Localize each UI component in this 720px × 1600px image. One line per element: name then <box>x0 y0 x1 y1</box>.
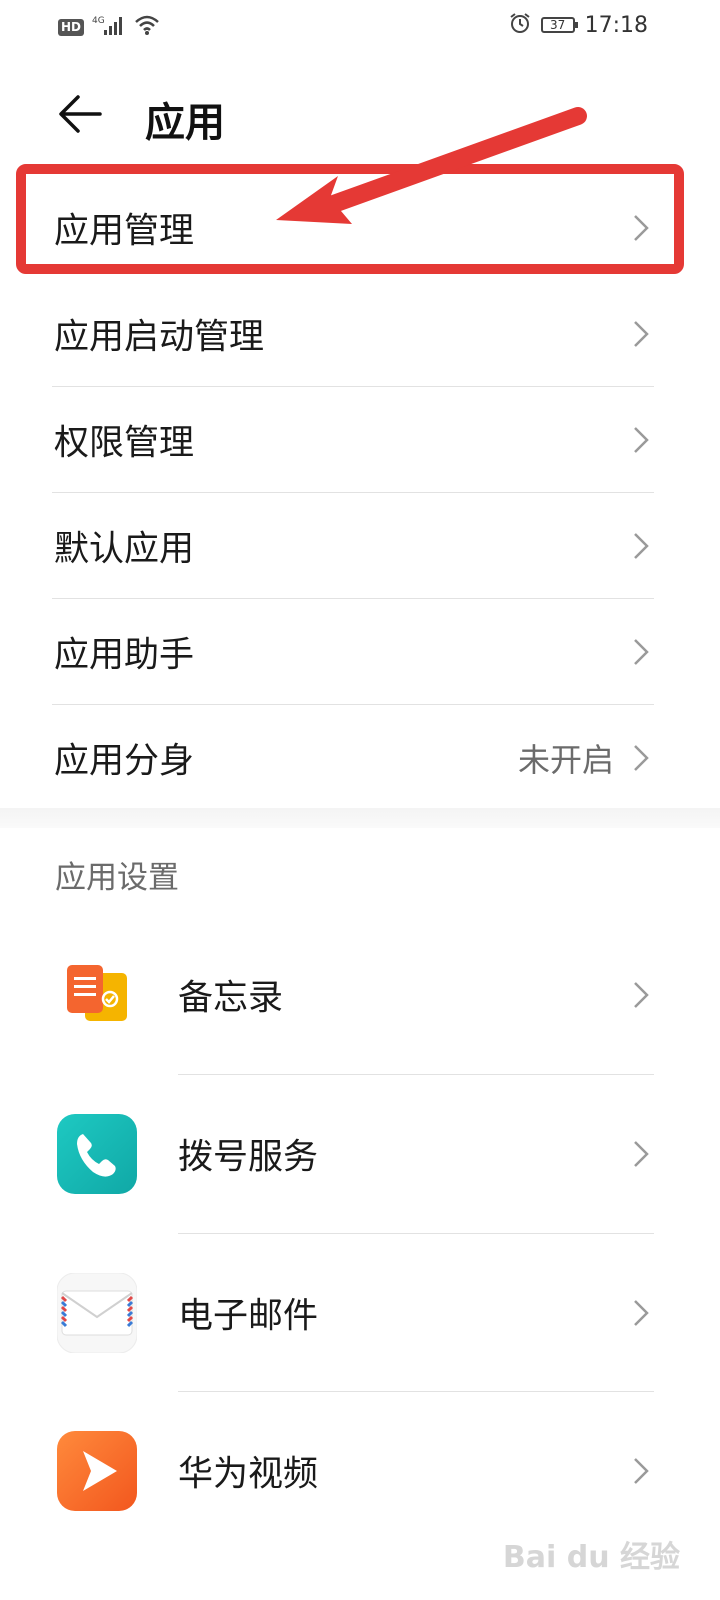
menu-item-label: 应用启动管理 <box>54 317 265 358</box>
alarm-icon <box>509 12 531 38</box>
chevron-right-icon <box>634 1300 649 1326</box>
section-header: 应用设置 <box>55 860 179 896</box>
menu-item-default-apps[interactable]: 默认应用 <box>52 493 654 599</box>
chevron-right-icon <box>634 1141 649 1167</box>
signal-icon: 4G <box>92 14 126 40</box>
app-settings-screen: HD 4G 37 17:18 应用 应用管理 应用启动管理 权限管理 默认应用 … <box>0 0 720 1600</box>
network-type-label: 4G <box>92 16 105 26</box>
chevron-right-icon <box>634 745 649 771</box>
menu-item-value: 未开启 <box>517 741 614 779</box>
battery-icon: 37 <box>540 17 578 33</box>
menu-item-label: 权限管理 <box>54 423 195 464</box>
menu-item-label: 应用助手 <box>54 635 195 676</box>
chevron-right-icon <box>634 982 649 1008</box>
email-app-icon <box>56 1272 138 1354</box>
menu-item-label: 应用分身 <box>54 741 195 782</box>
back-arrow-icon[interactable] <box>56 92 104 136</box>
app-item-label: 拨号服务 <box>178 1137 319 1178</box>
video-app-icon <box>57 1431 137 1511</box>
chevron-right-icon <box>634 639 649 665</box>
app-item-huawei-video[interactable]: 华为视频 <box>52 1392 654 1550</box>
notes-app-icon <box>57 955 137 1035</box>
chevron-right-icon <box>634 533 649 559</box>
app-item-label: 华为视频 <box>178 1454 319 1495</box>
highlight-box <box>16 164 684 274</box>
status-right: 37 17:18 <box>509 12 648 38</box>
chevron-right-icon <box>634 321 649 347</box>
app-item-email[interactable]: 电子邮件 <box>52 1234 654 1392</box>
hd-badge: HD <box>58 18 85 36</box>
app-item-label: 备忘录 <box>178 978 284 1019</box>
chevron-right-icon <box>634 1458 649 1484</box>
menu-item-permission-management[interactable]: 权限管理 <box>52 387 654 493</box>
status-bar: HD 4G 37 17:18 <box>0 0 720 56</box>
menu-item-app-startup-management[interactable]: 应用启动管理 <box>52 281 654 387</box>
chevron-right-icon <box>634 427 649 453</box>
page-title: 应用 <box>145 100 225 146</box>
app-item-dialer[interactable]: 拨号服务 <box>52 1075 654 1233</box>
app-item-label: 电子邮件 <box>178 1296 319 1337</box>
menu-item-app-assistant[interactable]: 应用助手 <box>52 599 654 705</box>
watermark-logo: Bai du 经验 <box>502 1540 680 1575</box>
status-time: 17:18 <box>584 12 648 38</box>
app-item-notes[interactable]: 备忘录 <box>52 916 654 1074</box>
wifi-icon <box>134 14 160 40</box>
title-bar: 应用 <box>0 70 720 160</box>
menu-item-label: 默认应用 <box>54 529 195 570</box>
section-divider <box>0 808 720 828</box>
menu-item-app-twin[interactable]: 应用分身 未开启 <box>52 705 654 811</box>
dialer-app-icon <box>57 1114 137 1194</box>
status-left: HD 4G <box>58 14 160 40</box>
